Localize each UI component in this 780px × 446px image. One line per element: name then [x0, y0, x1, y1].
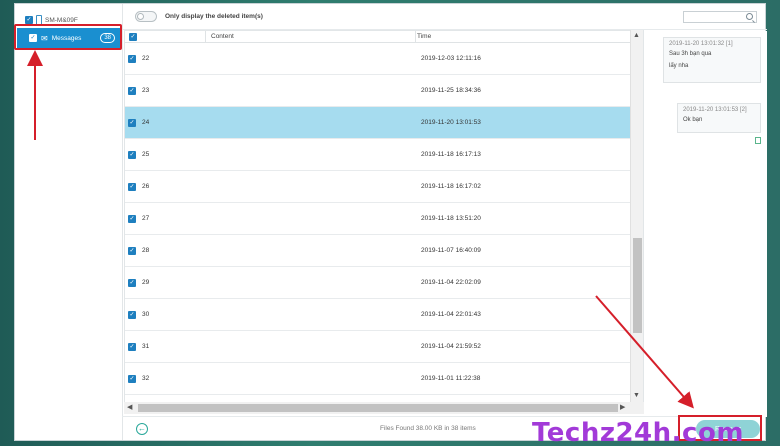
- annotation-arrow-down: [595, 295, 694, 409]
- annotation-arrows: [27, 50, 694, 409]
- watermark-logo: Techz24h.com: [532, 418, 744, 446]
